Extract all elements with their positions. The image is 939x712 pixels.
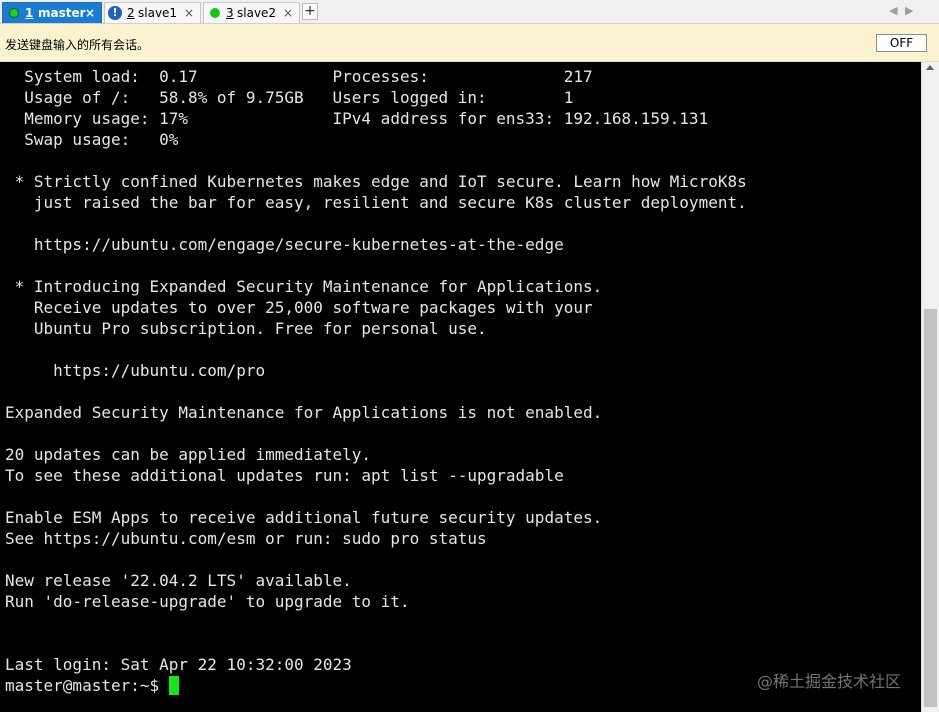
- tab-slave1[interactable]: ! 2 slave1 ×: [104, 2, 201, 23]
- terminal-line: Ubuntu Pro subscription. Free for person…: [5, 319, 487, 338]
- vertical-scrollbar[interactable]: [921, 62, 939, 712]
- notification-text: 发送键盘输入的所有会话。: [5, 38, 150, 52]
- close-tab-icon[interactable]: ×: [283, 3, 293, 23]
- terminal-line: * Strictly confined Kubernetes makes edg…: [5, 172, 747, 191]
- terminal-line: Usage of /: 58.8% of 9.75GB Users logged…: [5, 88, 574, 107]
- session-tab-bar: 1 master × ! 2 slave1 × 3 slave2 × + ◀ ▶: [0, 0, 939, 24]
- connected-status-icon: [9, 8, 19, 18]
- tab-master[interactable]: 1 master ×: [2, 2, 102, 23]
- terminal-line: https://ubuntu.com/engage/secure-kuberne…: [5, 235, 564, 254]
- tab-label: slave2: [237, 6, 277, 20]
- text-cursor: [169, 676, 180, 695]
- terminal-line: 20 updates can be applied immediately.: [5, 445, 372, 464]
- tab-label: slave1: [138, 6, 178, 20]
- broadcast-notification-bar: 发送键盘输入的所有会话。 OFF: [0, 24, 939, 62]
- terminal-output[interactable]: System load: 0.17 Processes: 217 Usage o…: [0, 62, 921, 712]
- tab-number: 2: [127, 6, 135, 20]
- scroll-tabs-right-icon[interactable]: ▶: [905, 4, 913, 17]
- warning-status-icon: !: [108, 6, 122, 20]
- close-tab-icon[interactable]: ×: [184, 3, 194, 23]
- new-tab-button[interactable]: +: [302, 3, 318, 20]
- connected-status-icon: [210, 8, 220, 18]
- terminal-line: Memory usage: 17% IPv4 address for ens33…: [5, 109, 709, 128]
- terminal-line: just raised the bar for easy, resilient …: [5, 193, 747, 212]
- terminal-line: See https://ubuntu.com/esm or run: sudo …: [5, 529, 487, 548]
- terminal-line: Expanded Security Maintenance for Applic…: [5, 403, 603, 422]
- terminal-line: Receive updates to over 25,000 software …: [5, 298, 593, 317]
- terminal-lines: System load: 0.17 Processes: 217 Usage o…: [5, 66, 747, 696]
- terminal-line: Swap usage: 0%: [5, 130, 179, 149]
- terminal-app-window: 1 master × ! 2 slave1 × 3 slave2 × + ◀ ▶…: [0, 0, 939, 712]
- terminal-line: To see these additional updates run: apt…: [5, 466, 564, 485]
- shell-prompt: master@master:~$: [5, 676, 160, 695]
- scrollbar-thumb[interactable]: [924, 309, 937, 707]
- terminal-line: System load: 0.17 Processes: 217: [5, 67, 593, 86]
- watermark: @稀土掘金技术社区: [757, 672, 902, 691]
- terminal-line: New release '22.04.2 LTS' available.: [5, 571, 352, 590]
- tab-slave2[interactable]: 3 slave2 ×: [203, 2, 300, 23]
- terminal-line: Run 'do-release-upgrade' to upgrade to i…: [5, 592, 410, 611]
- shell-prompt-line[interactable]: master@master:~$: [5, 675, 747, 696]
- scroll-up-arrow-icon[interactable]: [926, 65, 934, 70]
- terminal-line: Enable ESM Apps to receive additional fu…: [5, 508, 603, 527]
- terminal-line: Last login: Sat Apr 22 10:32:00 2023: [5, 655, 352, 674]
- close-tab-icon[interactable]: ×: [85, 3, 95, 23]
- scroll-tabs-left-icon[interactable]: ◀: [889, 4, 897, 17]
- tab-number: 1: [25, 6, 34, 20]
- terminal-line: https://ubuntu.com/pro: [5, 361, 266, 380]
- tab-number: 3: [226, 6, 234, 20]
- terminal-line: * Introducing Expanded Security Maintena…: [5, 277, 603, 296]
- tab-label: master: [38, 6, 86, 20]
- broadcast-off-button[interactable]: OFF: [876, 34, 927, 52]
